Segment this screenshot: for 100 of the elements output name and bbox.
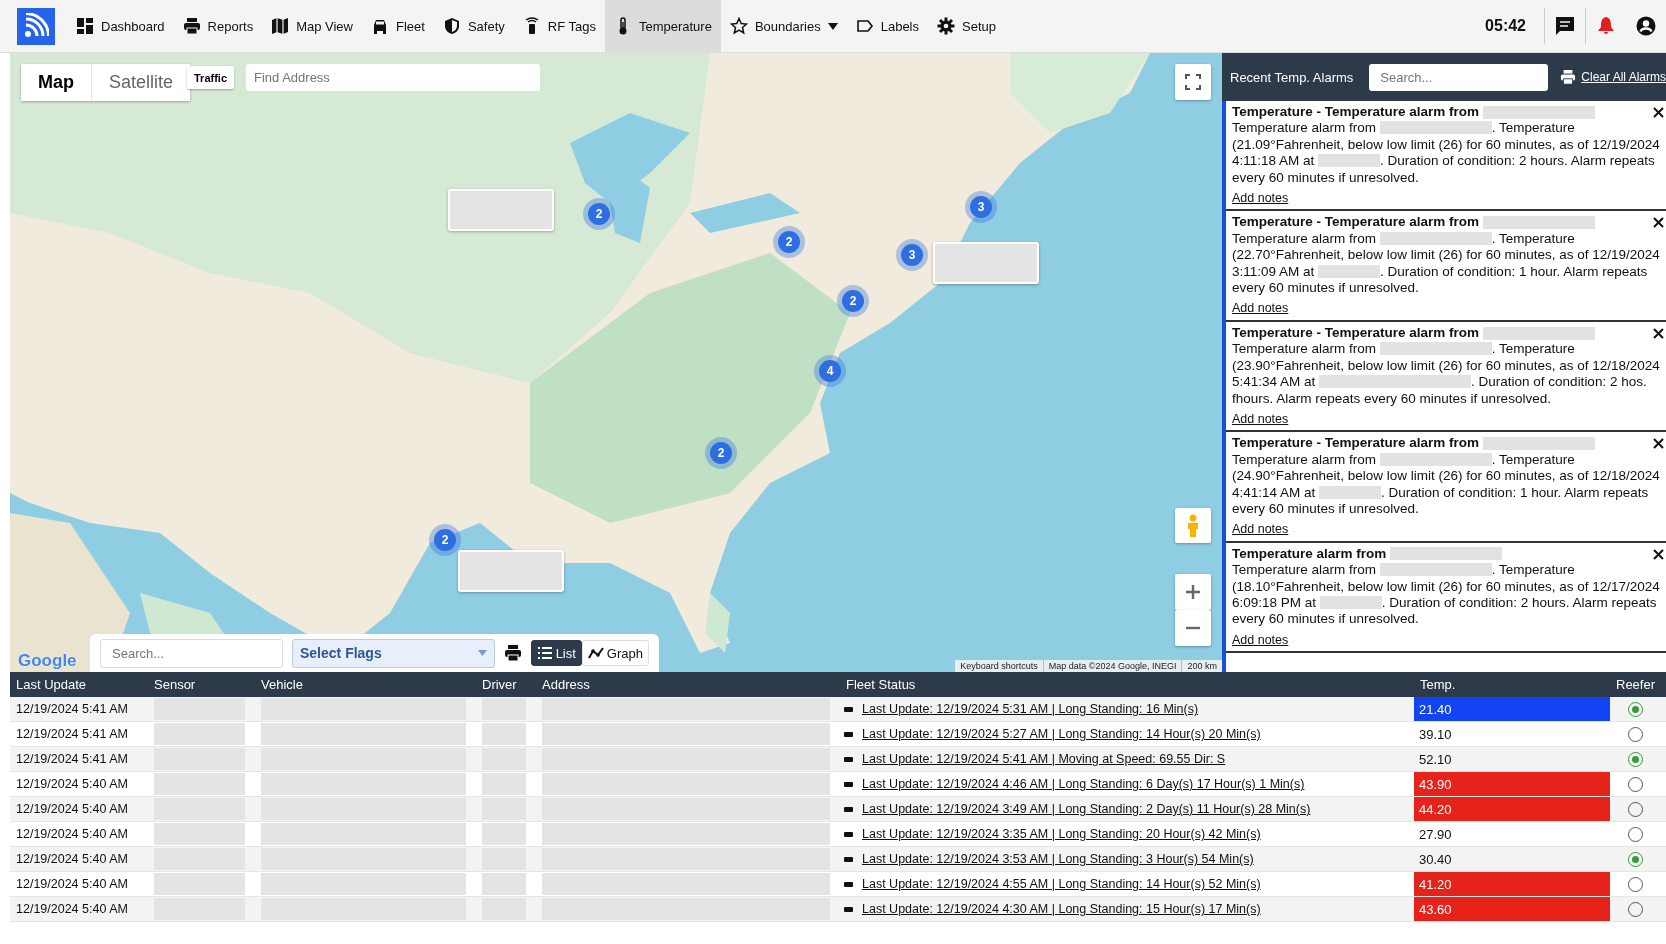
add-notes-link[interactable]: Add notes <box>1232 631 1289 649</box>
nav-tab[interactable]: RF Tags <box>513 0 605 53</box>
shield-icon <box>442 17 461 35</box>
status-icon <box>844 881 853 887</box>
alarm-message: Temperature alarm from . Temperature (24.90°Fahrenheit, below low limit (26) for 60 minutes, as of 12/18/2024 4:41:14 AM at . Duration of condition: 1 hour. Alarm repeats every 60 minutes if unresolved. <box>1232 451 1660 518</box>
fleet-status-link[interactable]: Last Update: 12/19/2024 3:49 AM | Long Standing: 2 Day(s) 11 Hour(s) 28 Min(s) <box>862 802 1311 816</box>
table-cell-text: 12/19/2024 5:40 AM <box>15 902 129 916</box>
table-cell-text: 12/19/2024 5:41 AM <box>15 727 129 741</box>
nav-tab[interactable]: Temperature <box>604 0 721 53</box>
column-header: Temp. <box>1419 677 1457 692</box>
column-header: Vehicle <box>260 677 304 692</box>
nav-tab[interactable]: Setup <box>928 0 1005 53</box>
nav-tab[interactable]: Labels <box>846 0 928 53</box>
temperature-cell-text: 30.40 <box>1418 850 1453 869</box>
caret-icon <box>477 650 487 656</box>
alarm-title: Temperature - Temperature alarm from <box>1232 104 1480 121</box>
view-toggle-button[interactable]: Graph <box>581 640 649 666</box>
star-icon <box>729 17 748 35</box>
status-icon <box>844 731 853 737</box>
close-icon <box>1653 438 1664 450</box>
plus-icon <box>1185 584 1201 600</box>
line-chart-icon <box>587 645 604 661</box>
alarm-message: Temperature alarm from . Temperature (23.90°Fahrenheit, below low limit (26) for 60 minutes, as of 12/18/2024 5:41:34 AM at . Duration of condition: 2 hos. fhours. Alarm repeats every 60 minutes if unresolved. <box>1232 341 1660 407</box>
view-toggle-button[interactable]: List <box>530 640 582 666</box>
fleet-status-link[interactable]: Last Update: 12/19/2024 5:41 AM | Moving at Speed: 69.55 Dir: S <box>862 752 1226 766</box>
temperature-cell: 43.60 <box>1414 897 1610 921</box>
alarm-title: Temperature alarm from <box>1232 545 1387 563</box>
printer-icon <box>182 17 201 35</box>
traffic-button[interactable]: Traffic <box>187 66 234 89</box>
map-attribution[interactable]: 200 km <box>1182 660 1222 672</box>
nav-tab[interactable]: Map View <box>262 0 362 53</box>
panel-title: Recent Temp. Alarms <box>1230 69 1355 85</box>
fleet-status-link[interactable]: Last Update: 12/19/2024 4:46 AM | Long Standing: 6 Day(s) 17 Hour(s) 1 Min(s) <box>862 777 1305 791</box>
map-type-tab[interactable]: Satellite <box>91 64 191 101</box>
map-attribution[interactable]: Keyboard shortcuts <box>955 660 1043 672</box>
fleet-status-link[interactable]: Last Update: 12/19/2024 4:55 AM | Long Standing: 14 Hour(s) 52 Min(s) <box>862 877 1261 891</box>
fleet-status-link[interactable]: Last Update: 12/19/2024 5:31 AM | Long Standing: 16 Min(s) <box>862 702 1199 716</box>
column-header: Reefer <box>1615 677 1657 692</box>
search-field[interactable]: Search... <box>1369 63 1549 91</box>
add-notes-link[interactable]: Add notes <box>1232 190 1289 207</box>
map-provider-logo: Google <box>18 651 77 671</box>
clear-alarms-link[interactable]: Clear All Alarms <box>1560 69 1666 85</box>
column-header: Sensor <box>153 677 197 692</box>
nav-tab[interactable]: Reports <box>173 0 263 53</box>
app-logo <box>17 7 55 45</box>
alarm-message: Temperature alarm from . Temperature (18.10°Fahrenheit, below low limit (26) for 60 minutes, as of 12/17/2024 6:09:18 PM at . Duration of condition: 2 hours. Alarm repeats every 60 minutes if unresolved. <box>1232 562 1660 628</box>
close-icon <box>1653 548 1664 560</box>
nav-tab[interactable]: Safety <box>433 0 514 53</box>
person-icon <box>1186 513 1200 538</box>
temperature-cell: 43.90 <box>1414 772 1610 796</box>
column-header: Address <box>541 677 591 692</box>
temperature-cell-text: 27.90 <box>1418 825 1453 844</box>
add-notes-link[interactable]: Add notes <box>1232 300 1289 317</box>
zoom-in-button[interactable] <box>1175 574 1211 610</box>
fleet-status-link[interactable]: Last Update: 12/19/2024 3:35 AM | Long Standing: 20 Hour(s) 42 Min(s) <box>862 827 1261 841</box>
fleet-status-link[interactable]: Last Update: 12/19/2024 4:30 AM | Long Standing: 15 Hour(s) 17 Min(s) <box>862 902 1261 916</box>
alarm-message: Temperature alarm from . Temperature (22.70°Fahrenheit, below low limit (26) for 60 minutes, as of 12/19/2024 3:11:09 AM at . Duration of condition: 1 hour. Alarm repeats every 60 minutes if unresolved. <box>1232 230 1660 297</box>
table-cell-text: 12/19/2024 5:40 AM <box>15 877 129 891</box>
list-icon <box>536 645 553 661</box>
table-cell-text: 12/19/2024 5:40 AM <box>15 777 129 791</box>
fullscreen-button[interactable] <box>1175 64 1211 100</box>
flags-dropdown[interactable]: Select Flags <box>292 638 495 668</box>
minus-icon <box>1185 626 1201 630</box>
column-header: Last Update <box>15 677 88 692</box>
add-notes-link[interactable]: Add notes <box>1232 521 1289 538</box>
status-icon <box>844 906 853 912</box>
grid-icon <box>76 17 94 35</box>
status-icon <box>844 831 853 837</box>
status-icon <box>844 856 853 862</box>
table-cell-text: 12/19/2024 5:40 AM <box>15 802 129 816</box>
zoom-out-button[interactable] <box>1175 610 1211 646</box>
alarm-message: Temperature alarm from . Temperature (21.09°Fahrenheit, below low limit (26) for 60 minutes, as of 12/19/2024 4:11:18 AM at . Duration of condition: 2 hours. Alarm repeats every 60 minutes if unresolved. <box>1232 120 1660 187</box>
search-field[interactable]: Search... <box>100 638 283 668</box>
nav-tab[interactable]: Dashboard <box>67 0 174 53</box>
nav-tab[interactable]: Fleet <box>362 0 434 53</box>
map-icon <box>271 17 290 35</box>
account-icon <box>1636 16 1656 36</box>
printer-icon <box>1560 69 1577 85</box>
bell-icon <box>1596 16 1616 36</box>
nav-tab[interactable]: Boundaries <box>720 0 847 53</box>
gear-icon <box>937 17 955 35</box>
address-search-field[interactable]: Find Address <box>246 64 540 91</box>
table-cell-text: 12/19/2024 5:41 AM <box>15 752 129 766</box>
temperature-cell: 44.20 <box>1414 797 1610 821</box>
status-icon <box>844 806 853 812</box>
temperature-cell-text: 52.10 <box>1418 750 1453 769</box>
temperature-cell: 21.40 <box>1414 697 1610 721</box>
close-icon <box>1653 107 1664 118</box>
alarm-title: Temperature - Temperature alarm from <box>1232 435 1480 452</box>
close-icon <box>1653 327 1664 339</box>
fleet-status-link[interactable]: Last Update: 12/19/2024 3:53 AM | Long Standing: 3 Hour(s) 54 Min(s) <box>862 852 1254 866</box>
status-icon <box>844 706 853 712</box>
alarm-title: Temperature - Temperature alarm from <box>1232 324 1480 342</box>
add-notes-link[interactable]: Add notes <box>1232 410 1289 428</box>
close-icon <box>1653 217 1664 229</box>
map-type-tab[interactable]: Map <box>21 64 91 101</box>
alarm-title: Temperature - Temperature alarm from <box>1232 214 1480 231</box>
fleet-status-link[interactable]: Last Update: 12/19/2024 5:27 AM | Long Standing: 14 Hour(s) 20 Min(s) <box>862 727 1261 741</box>
print-icon[interactable] <box>503 644 522 662</box>
map-attribution[interactable]: Map data ©2024 Google, INEGI <box>1043 660 1182 672</box>
